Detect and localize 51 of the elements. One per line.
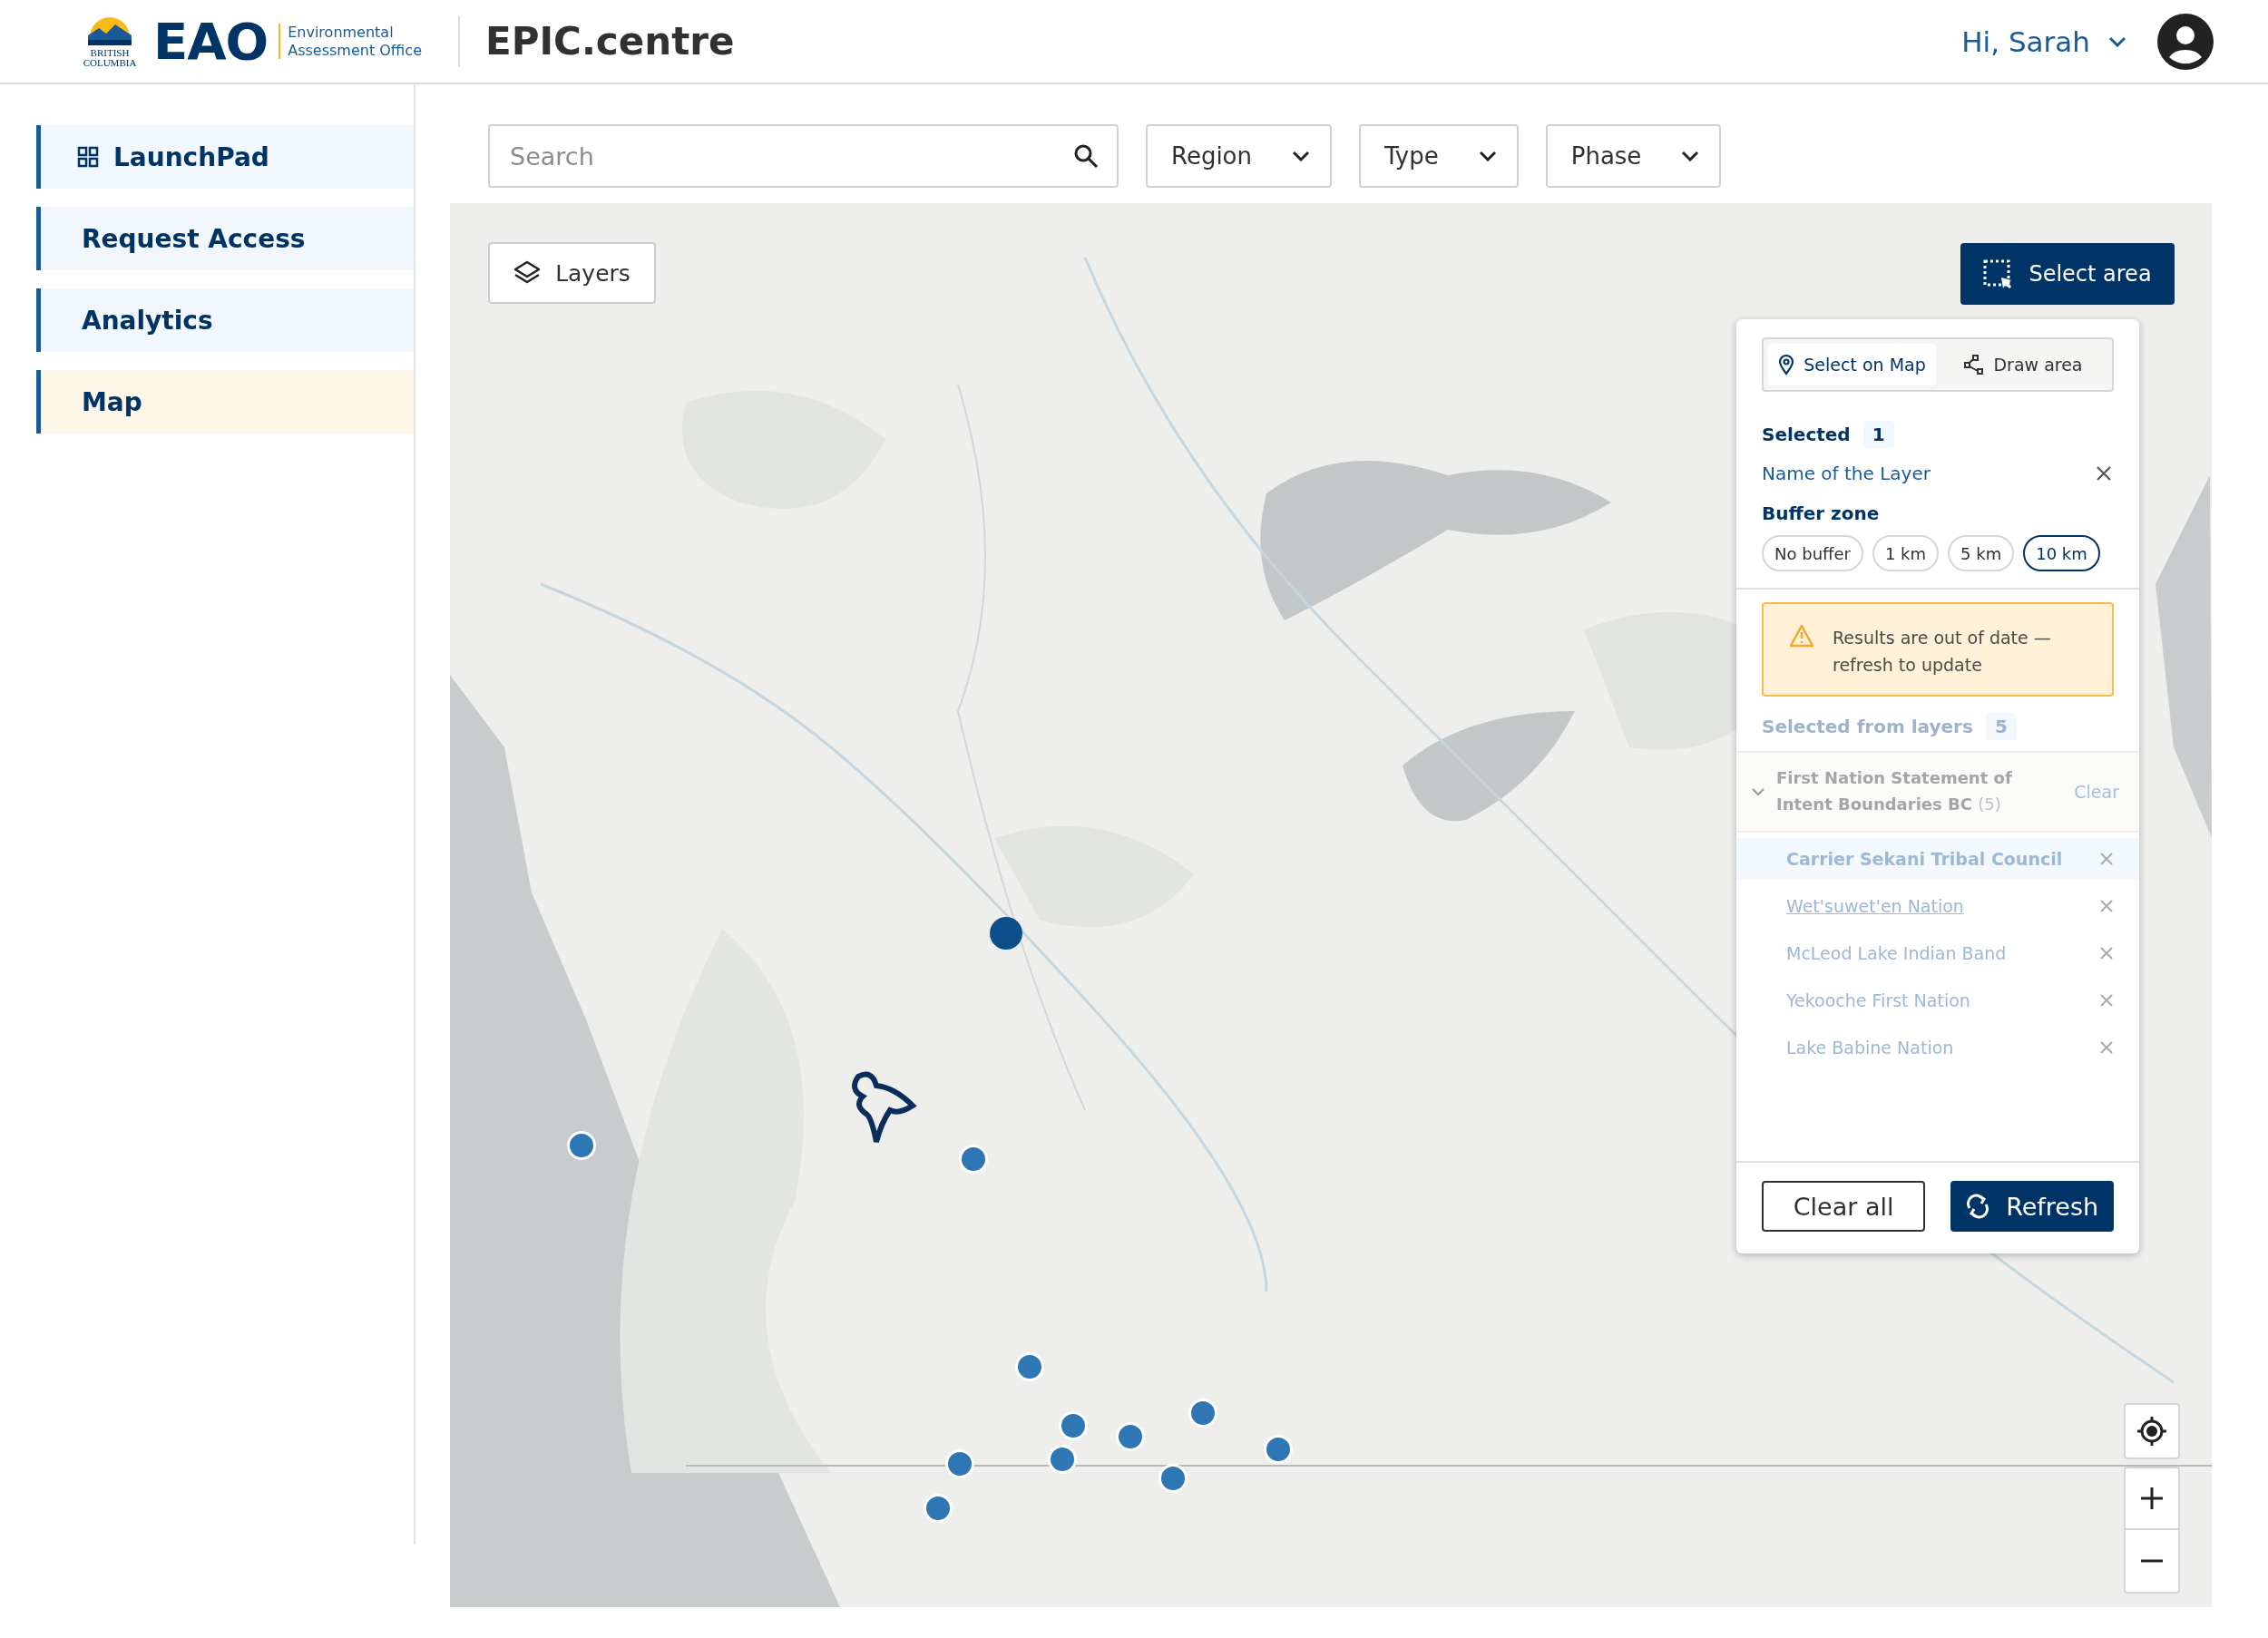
logo-wordmark: EAO: [153, 12, 269, 71]
plus-icon: [2140, 1487, 2164, 1510]
buffer-chip[interactable]: 10 km: [2023, 535, 2100, 571]
mode-tab[interactable]: Select on Map: [1768, 344, 1936, 385]
selection-icon: [1983, 259, 2013, 288]
layers-icon: [513, 260, 542, 286]
refresh-button[interactable]: Refresh: [1950, 1181, 2114, 1232]
pin-icon: [1778, 354, 1795, 375]
refresh-icon: [1966, 1194, 1990, 1219]
sidebar-item[interactable]: LaunchPad: [36, 125, 414, 189]
warning-text: Results are out of date — refresh to update: [1833, 627, 2052, 678]
crest-text: BRITISH COLUMBIA: [82, 47, 138, 68]
chevron-down-icon: [2108, 35, 2126, 47]
buffer-chip[interactable]: No buffer: [1762, 535, 1863, 571]
sidebar-item[interactable]: Request Access: [36, 207, 414, 270]
close-icon[interactable]: [2096, 465, 2112, 482]
group-title: First Nation Statement of Intent Boundaries BC (5): [1776, 767, 2013, 815]
filter-dropdown[interactable]: Region: [1146, 124, 1332, 188]
avatar-icon[interactable]: [2157, 13, 2214, 70]
sidebar-item[interactable]: Map: [36, 370, 414, 434]
buffer-chip[interactable]: 5 km: [1948, 535, 2015, 571]
buffer-chip[interactable]: 1 km: [1872, 535, 1940, 571]
minus-icon: [2140, 1559, 2164, 1563]
select-area-button[interactable]: Select area: [1960, 243, 2175, 305]
app-title: EPIC.centre: [484, 19, 735, 63]
filter-dropdown[interactable]: Type: [1359, 124, 1519, 188]
sidebar-item[interactable]: Analytics: [36, 288, 414, 352]
zoom-in-button[interactable]: [2124, 1467, 2180, 1530]
warning-icon: [1789, 624, 1814, 648]
mode-tab[interactable]: Draw area: [1940, 344, 2107, 385]
crosshair-icon: [2136, 1415, 2168, 1448]
polyline-icon: [1964, 355, 1985, 375]
grid-icon: [77, 146, 99, 168]
logo-subtitle: Environmental Assessment Office: [279, 24, 422, 59]
search-field[interactable]: Search: [488, 124, 1119, 188]
clear-all-button[interactable]: Clear all: [1762, 1181, 1926, 1232]
section-label: Selected from layers: [1762, 716, 1973, 737]
chevron-down-icon: [1292, 151, 1310, 161]
section-label: Buffer zone: [1761, 502, 1881, 524]
section-label: Selected: [1762, 424, 1851, 445]
search-icon: [1073, 143, 1099, 169]
layers-button[interactable]: Layers: [488, 242, 656, 304]
chevron-down-icon: [1478, 151, 1497, 161]
count-badge: 1: [1862, 421, 1894, 448]
user-menu[interactable]: Hi, Sarah: [1956, 21, 2132, 62]
chevron-down-icon: [1681, 151, 1700, 161]
locate-button[interactable]: [2124, 1403, 2180, 1459]
count-badge: 5: [1985, 713, 2017, 740]
filter-dropdown[interactable]: Phase: [1545, 124, 1722, 188]
chevron-down-icon[interactable]: [1751, 786, 1765, 796]
layer-name: Name of the Layer: [1762, 463, 1931, 484]
